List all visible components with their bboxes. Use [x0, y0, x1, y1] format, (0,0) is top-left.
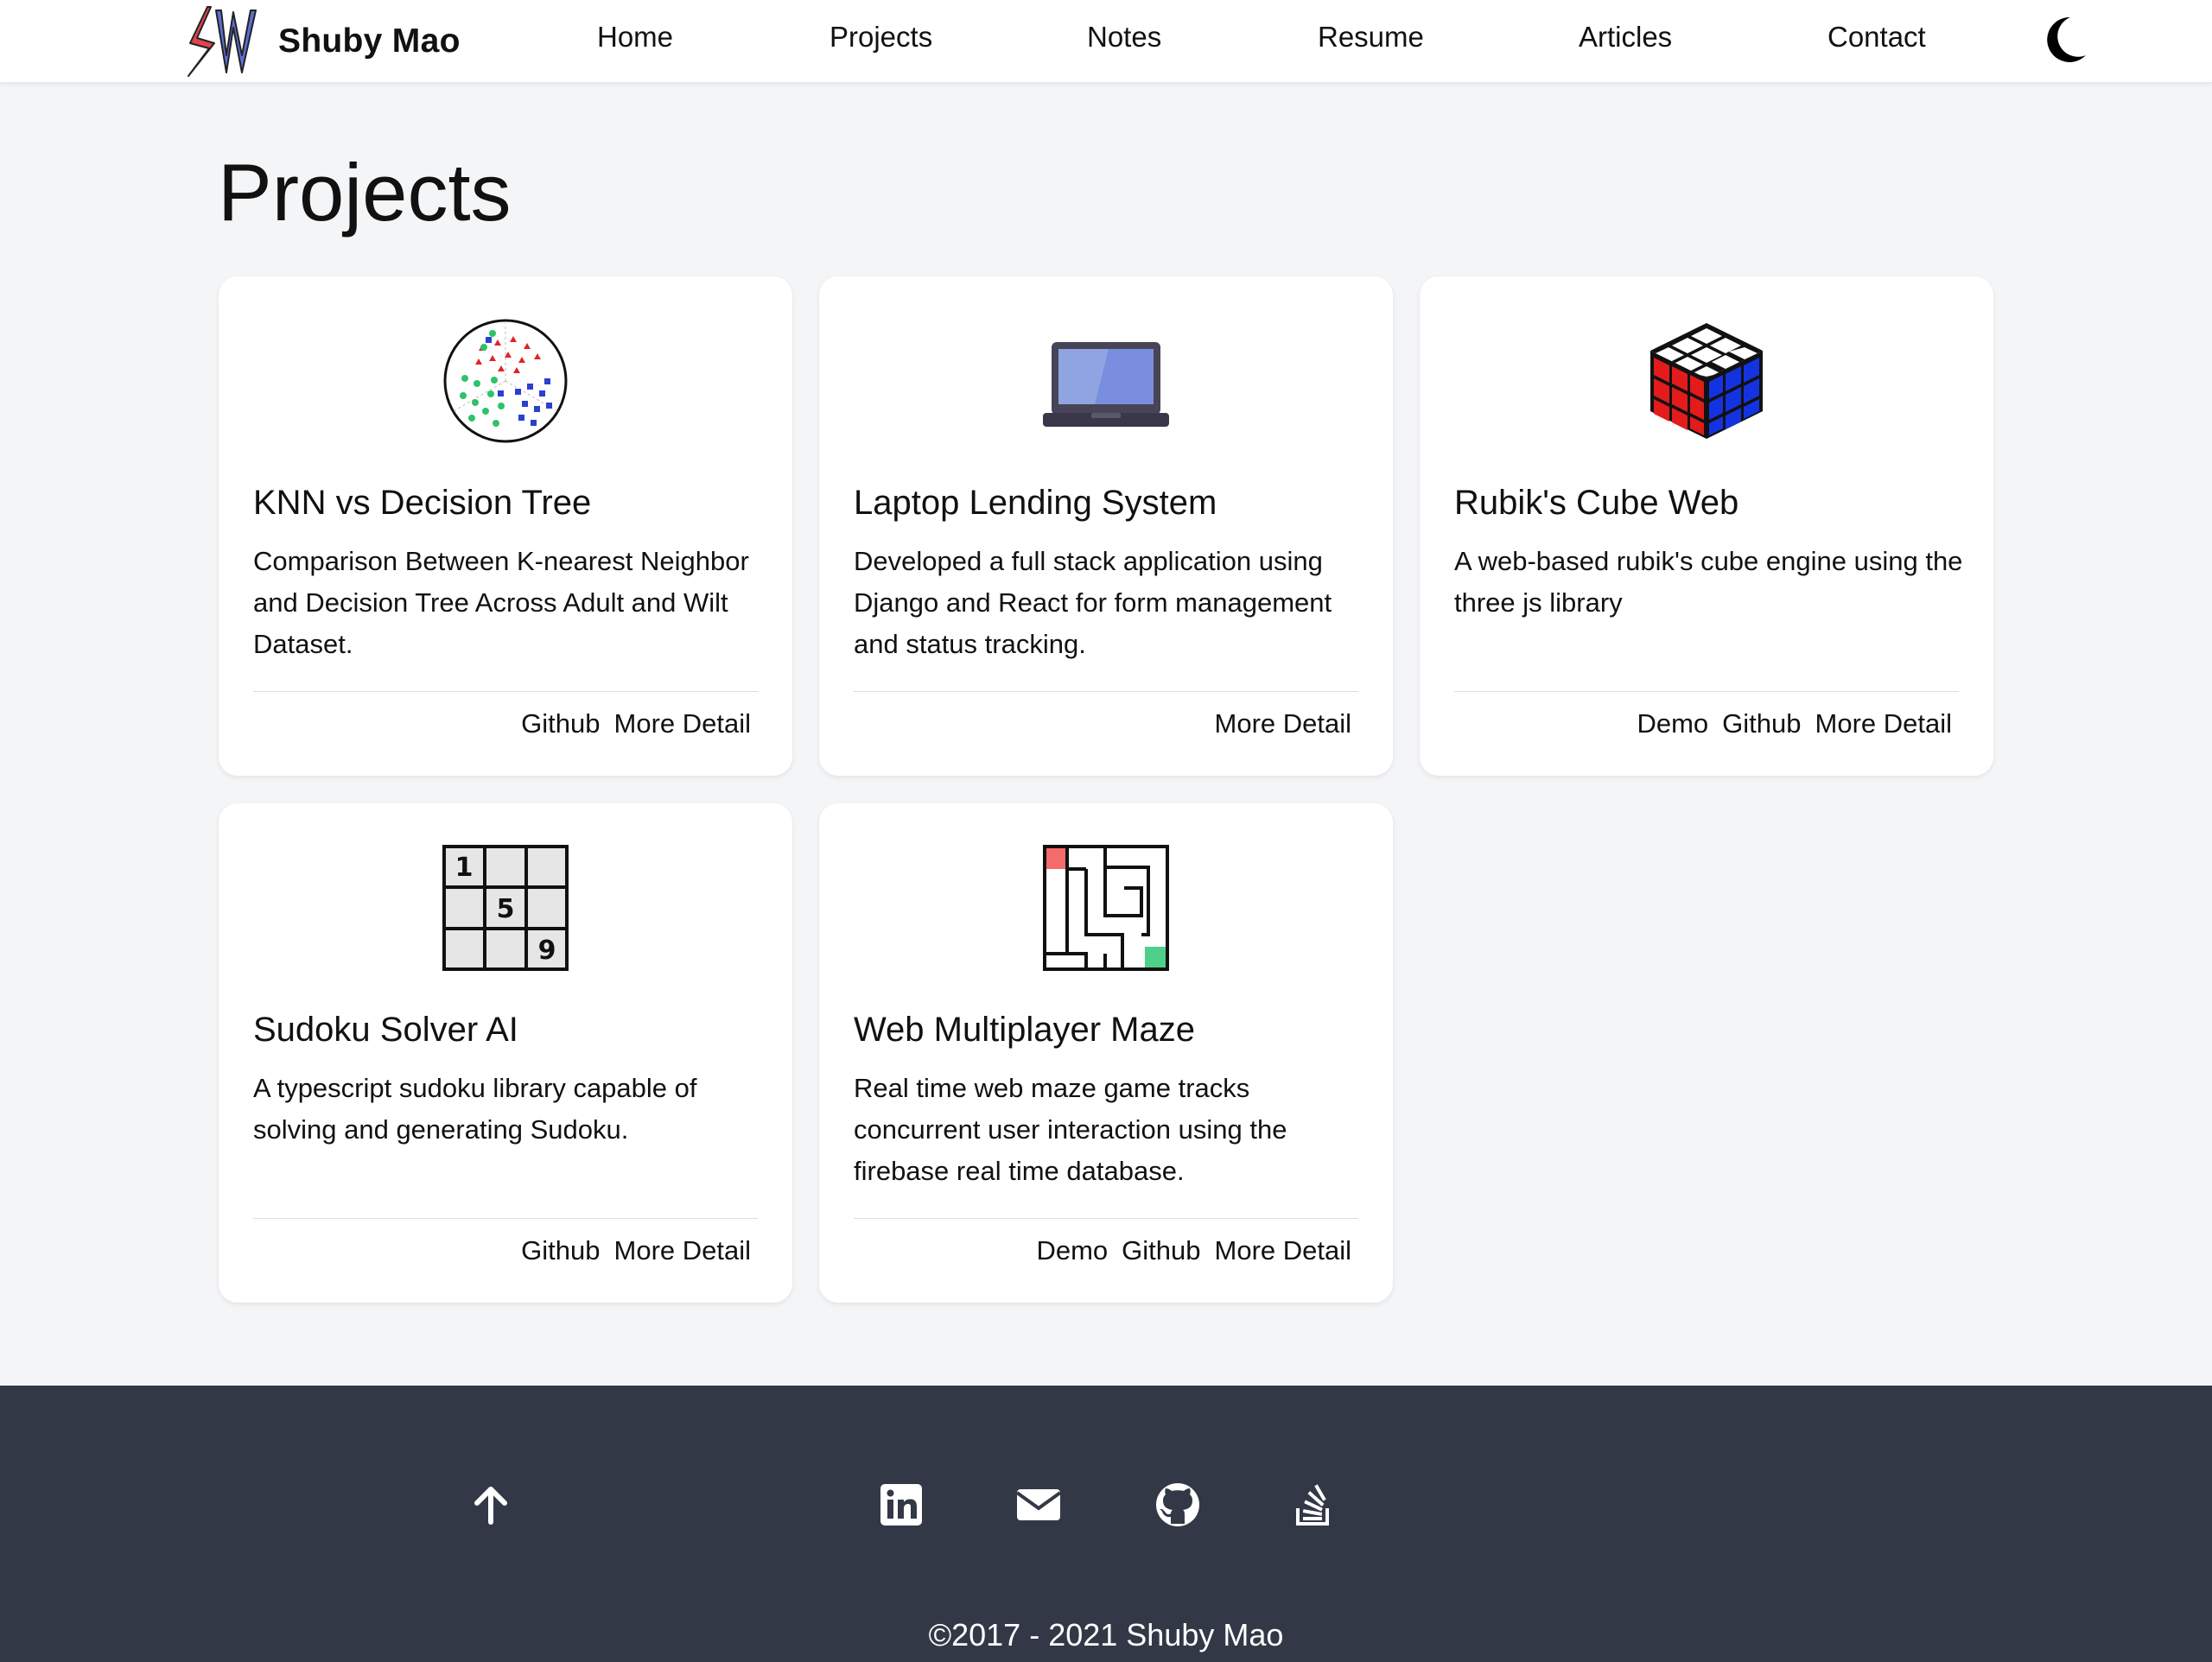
page-title: Projects [218, 147, 512, 238]
project-image [1041, 843, 1171, 973]
nav-projects[interactable]: Projects [830, 21, 932, 54]
linkedin-icon [880, 1484, 922, 1526]
brand-name: Shuby Mao [278, 22, 461, 60]
project-description: A typescript sudoku library capable of s… [253, 1073, 697, 1145]
sudoku-grid-icon: 1 5 9 [442, 845, 569, 971]
project-links: Demo Github More Detail [1637, 708, 1952, 739]
project-description: Real time web maze game tracks concurren… [854, 1073, 1287, 1186]
nav-articles[interactable]: Articles [1579, 21, 1672, 54]
github-profile-link[interactable] [1154, 1481, 1202, 1529]
copyright-text: ©2017 - 2021 Shuby Mao [928, 1617, 1284, 1652]
github-link[interactable]: Github [1722, 708, 1801, 739]
stackoverflow-icon [1296, 1484, 1329, 1526]
project-image: 1 5 9 [441, 843, 570, 973]
email-icon [1015, 1489, 1062, 1520]
more-detail-link[interactable]: More Detail [1815, 708, 1953, 739]
project-description: Developed a full stack application using… [854, 546, 1332, 659]
github-icon [1156, 1483, 1199, 1526]
project-image [1642, 316, 1771, 446]
sudoku-digit: 9 [538, 936, 556, 966]
project-image [441, 316, 570, 446]
card-divider [854, 1218, 1358, 1219]
moon-icon [2047, 16, 2086, 62]
more-detail-link[interactable]: More Detail [614, 708, 752, 739]
github-link[interactable]: Github [521, 708, 600, 739]
laptop-icon [1043, 342, 1169, 427]
more-detail-link[interactable]: More Detail [1215, 708, 1352, 739]
project-links: Github More Detail [521, 1235, 751, 1266]
sudoku-digit: 1 [455, 853, 474, 883]
rubiks-cube-icon [1650, 323, 1763, 439]
project-description: Comparison Between K-nearest Neighbor an… [253, 546, 749, 659]
project-card-maze: Web Multiplayer Maze Real time web maze … [819, 803, 1393, 1303]
nav-resume[interactable]: Resume [1318, 21, 1424, 54]
github-link[interactable]: Github [521, 1235, 600, 1266]
project-card-knn: KNN vs Decision Tree Comparison Between … [219, 276, 792, 776]
maze-icon [1043, 845, 1169, 971]
navbar: Shuby Mao Home Projects Notes Resume Art… [0, 0, 2212, 83]
demo-link[interactable]: Demo [1036, 1235, 1108, 1266]
more-detail-link[interactable]: More Detail [614, 1235, 752, 1266]
project-title: Laptop Lending System [854, 484, 1217, 522]
project-title: Rubik's Cube Web [1454, 484, 1739, 522]
email-link[interactable] [1014, 1481, 1063, 1529]
arrow-up-icon [474, 1487, 507, 1525]
nav-contact[interactable]: Contact [1827, 21, 1926, 54]
stackoverflow-link[interactable] [1289, 1481, 1338, 1529]
project-title: Sudoku Solver AI [253, 1011, 518, 1049]
scatter-classification-icon [443, 319, 568, 443]
github-link[interactable]: Github [1122, 1235, 1200, 1266]
more-detail-link[interactable]: More Detail [1215, 1235, 1352, 1266]
project-image [1041, 316, 1171, 446]
project-links: Demo Github More Detail [1036, 1235, 1351, 1266]
project-card-sudoku: 1 5 9 Sudoku Solver AI A typescript sudo… [219, 803, 792, 1303]
project-title: KNN vs Decision Tree [253, 484, 592, 522]
sudoku-digit: 5 [497, 894, 515, 924]
project-description: A web-based rubik's cube engine using th… [1454, 546, 1963, 618]
nav-notes[interactable]: Notes [1087, 21, 1161, 54]
brand-home-link[interactable]: Shuby Mao [181, 5, 461, 78]
footer: ©2017 - 2021 Shuby Mao [0, 1386, 2212, 1662]
project-links: More Detail [1215, 708, 1352, 739]
project-card-laptop: Laptop Lending System Developed a full s… [819, 276, 1393, 776]
nav-home[interactable]: Home [597, 21, 673, 54]
theme-toggle-button[interactable] [2041, 14, 2089, 66]
project-links: Github More Detail [521, 708, 751, 739]
scroll-top-button[interactable] [467, 1481, 515, 1529]
card-divider [253, 1218, 758, 1219]
card-divider [253, 691, 758, 692]
linkedin-link[interactable] [877, 1481, 925, 1529]
project-card-rubiks: Rubik's Cube Web A web-based rubik's cub… [1420, 276, 1993, 776]
card-divider [854, 691, 1358, 692]
project-title: Web Multiplayer Maze [854, 1011, 1195, 1049]
card-divider [1454, 691, 1959, 692]
logo-icon [188, 6, 257, 77]
demo-link[interactable]: Demo [1637, 708, 1708, 739]
